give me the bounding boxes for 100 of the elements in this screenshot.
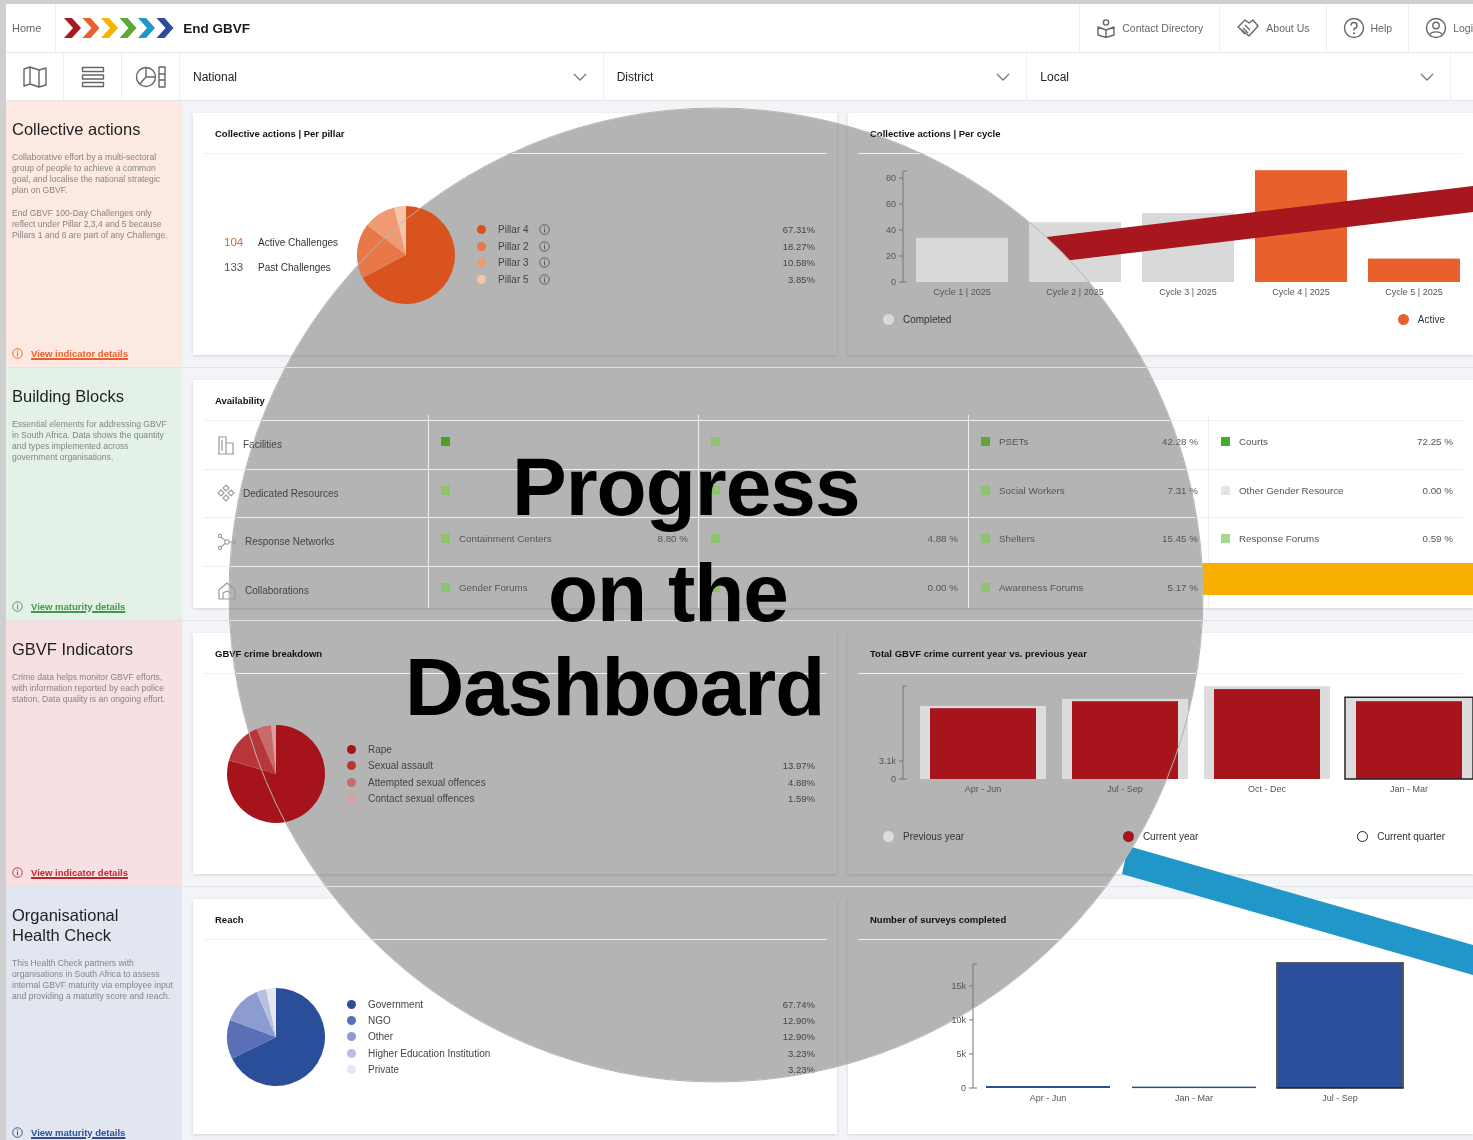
cell-label: Shelters bbox=[999, 533, 1035, 545]
chart-icon bbox=[134, 64, 167, 89]
card-title: Availability bbox=[215, 394, 265, 406]
app-title: End GBVF bbox=[183, 20, 251, 36]
axis-category-label: Cycle 3 | 2025 bbox=[1159, 287, 1217, 297]
axis-category-label: Jul - Sep bbox=[1322, 1093, 1358, 1103]
legend-label: Pillar 2 bbox=[498, 240, 529, 252]
cell-value: 4.88 % bbox=[927, 533, 958, 545]
stat-value: 133 bbox=[224, 261, 244, 273]
details-link[interactable]: View maturity details bbox=[31, 1127, 126, 1138]
cell-value: 7.31 % bbox=[1167, 484, 1198, 496]
details-link[interactable]: View indicator details bbox=[31, 867, 128, 878]
section-title: Building Blocks bbox=[12, 386, 125, 406]
axis-tick-label: 40 bbox=[886, 225, 896, 235]
legend-label: Active bbox=[1417, 314, 1445, 325]
axis-category-label: Jan - Mar bbox=[1390, 784, 1428, 794]
cell-label: Other Gender Resource bbox=[1239, 484, 1344, 496]
axis-tick-label: 0 bbox=[891, 277, 896, 287]
section-description: This Health Check partners with organisations in South Africa to assess internal GBVF maturity via employee input and providing a maturity score and reach. bbox=[12, 958, 174, 1002]
axis-tick-label: 0 bbox=[891, 774, 896, 784]
axis-tick-label: 10k bbox=[951, 1014, 966, 1025]
legend-label: Current year bbox=[1142, 831, 1199, 842]
section-description: Crime data helps monitor GBVF efforts, with information reported by each police station. Data quality is an ongoing effort. bbox=[12, 672, 167, 705]
axis-category-label: Cycle 4 | 2025 bbox=[1272, 287, 1330, 297]
stat-label: Past Challenges bbox=[258, 261, 331, 273]
axis-tick-label: 3.1k bbox=[879, 756, 896, 766]
legend-label: Current quarter bbox=[1377, 831, 1445, 842]
legend-label: Rape bbox=[368, 743, 392, 755]
chevron-down-icon bbox=[572, 72, 587, 81]
row-label: Collaborations bbox=[245, 584, 309, 596]
headline: on the bbox=[548, 547, 788, 639]
legend-label: Pillar 3 bbox=[498, 257, 529, 269]
cell-label: Social Workers bbox=[999, 484, 1065, 496]
axis-category-label: Cycle 5 | 2025 bbox=[1385, 287, 1443, 297]
axis-tick-label: 5k bbox=[956, 1048, 966, 1059]
stat-value: 104 bbox=[224, 236, 244, 248]
axis-category-label: Apr - Jun bbox=[1029, 1093, 1067, 1103]
cell-value: 0.59 % bbox=[1422, 533, 1453, 545]
row-label: Dedicated Resources bbox=[243, 487, 339, 499]
cell-label: Courts bbox=[1239, 436, 1268, 448]
headline: Progress bbox=[512, 441, 860, 533]
cell-value: 5.17 % bbox=[1167, 581, 1198, 593]
legend-value: 3.23% bbox=[788, 1047, 815, 1059]
card-title: Total GBVF crime current year vs. previous year bbox=[870, 647, 1087, 659]
axis-tick-label: 15k bbox=[951, 980, 966, 991]
chevron-down-icon bbox=[996, 72, 1011, 81]
stat-label: Active Challenges bbox=[258, 236, 339, 248]
legend-label: NGO bbox=[368, 1015, 391, 1027]
card-title: Reach bbox=[215, 913, 244, 925]
cell-value: 0.00 % bbox=[927, 581, 958, 593]
cell-label: PSETs bbox=[999, 436, 1029, 448]
axis-tick-label: 60 bbox=[886, 199, 896, 209]
legend-value: 3.23% bbox=[788, 1064, 815, 1076]
dropdown[interactable]: Local bbox=[1027, 53, 1451, 100]
info-icon bbox=[12, 348, 23, 359]
section-title: GBVF Indicators bbox=[12, 639, 135, 659]
legend-label: Higher Education Institution bbox=[368, 1047, 491, 1059]
legend-label: Sexual assault bbox=[368, 760, 434, 772]
dropdown[interactable]: National bbox=[180, 53, 604, 100]
legend-label: Other bbox=[368, 1031, 393, 1043]
legend-label: Previous year bbox=[903, 831, 965, 842]
legend-value: 3.85% bbox=[788, 273, 815, 285]
building-icon bbox=[217, 434, 235, 455]
axis-tick-label: 0 bbox=[961, 1083, 966, 1093]
axis-tick-label: 80 bbox=[886, 173, 896, 183]
card-title: Collective actions | Per pillar bbox=[215, 127, 345, 139]
axis-category-label: Jan - Mar bbox=[1175, 1093, 1213, 1103]
cell-label: Containment Centers bbox=[459, 533, 552, 545]
chevron-down-icon bbox=[1420, 72, 1434, 81]
legend-value: 18.27% bbox=[782, 240, 815, 252]
card-title: Number of surveys completed bbox=[870, 913, 1007, 925]
axis-category-label: Cycle 1 | 2025 bbox=[933, 287, 991, 297]
legend-value: 12.90% bbox=[782, 1031, 815, 1043]
info-icon bbox=[12, 867, 23, 878]
section-description: End GBVF 100-Day Challenges only reflect under Pillar 2,3,4 and 5 because Pillars 1 and 6 are part of any Challenge. bbox=[12, 208, 169, 241]
cell-value: 15.45 % bbox=[1162, 533, 1198, 545]
headline: Dashboard bbox=[405, 641, 825, 733]
list-icon bbox=[80, 65, 105, 88]
map-icon bbox=[21, 64, 48, 89]
section-description: Essential elements for addressing GBVF in South Africa. Data shows the quantity and types implemented across government organisations. bbox=[12, 419, 168, 463]
legend-value: 67.74% bbox=[782, 998, 815, 1010]
info-icon bbox=[12, 1127, 23, 1138]
cell-value: 0.00 % bbox=[1422, 484, 1453, 496]
cell-value: 8.80 % bbox=[657, 533, 688, 545]
legend-value: 10.58% bbox=[782, 257, 815, 269]
section-title: Collective actions bbox=[12, 119, 142, 139]
section-title: Organisational Health Check bbox=[12, 905, 120, 945]
legend-label: Government bbox=[368, 998, 424, 1010]
dropdown[interactable]: District bbox=[603, 53, 1028, 100]
legend-label: Private bbox=[368, 1064, 400, 1076]
cell-value: 72.25 % bbox=[1417, 436, 1453, 448]
axis-tick-label: 20 bbox=[886, 251, 896, 261]
card-title: Collective actions | Per cycle bbox=[870, 127, 1001, 139]
legend-label: Attempted sexual offences bbox=[368, 776, 486, 788]
axis-category-label: Oct - Dec bbox=[1248, 784, 1286, 794]
legend-value: 13.97% bbox=[782, 760, 815, 772]
legend-value: 1.59% bbox=[788, 793, 815, 805]
axis-category-label: Jul - Sep bbox=[1107, 784, 1143, 794]
cell-label: Response Forums bbox=[1239, 533, 1320, 545]
cell-label: Gender Forums bbox=[459, 581, 528, 593]
